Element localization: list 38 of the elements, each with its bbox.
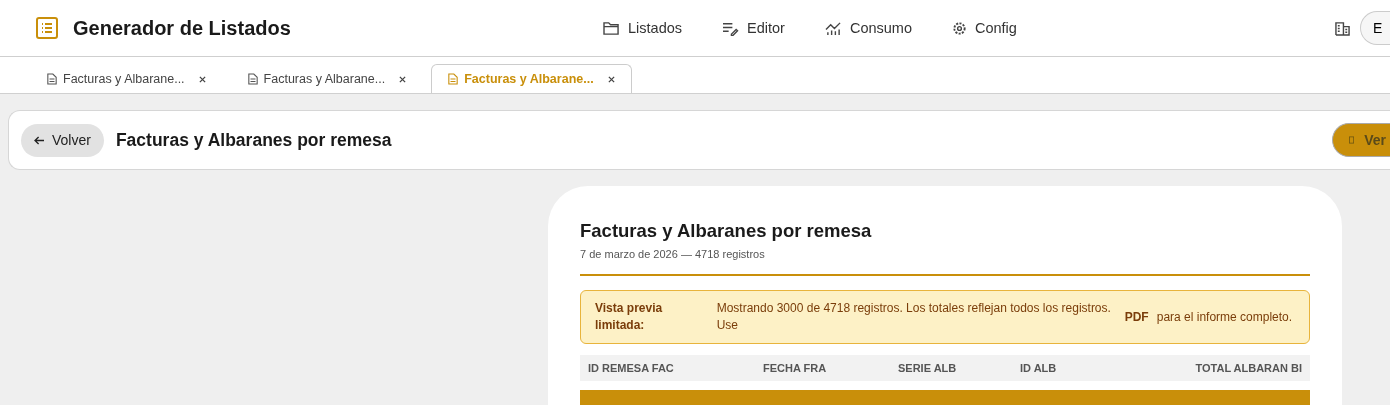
column-header[interactable]: SERIE ALB [898, 362, 1020, 374]
settings-icon [951, 20, 967, 36]
tab-label: Facturas y Albarane... [63, 72, 185, 86]
column-header[interactable]: FECHA FRA [763, 362, 898, 374]
document-icon [448, 73, 459, 85]
column-header[interactable]: TOTAL ALBARAN BI [1195, 362, 1302, 374]
report-title: Facturas y Albaranes por remesa [580, 220, 873, 242]
document-icon [1349, 133, 1355, 147]
list-icon [35, 16, 59, 40]
document-tab[interactable]: Facturas y Albarane... [230, 64, 424, 93]
nav-link[interactable]: Config [951, 20, 1017, 36]
close-icon[interactable] [607, 75, 615, 83]
report-subtitle: 7 de marzo de 2026 — 4718 registros [580, 248, 1310, 276]
folder-icon [603, 20, 620, 36]
back-arrow-icon [34, 135, 45, 145]
pdf-link[interactable]: PDF [1124, 308, 1149, 326]
edit-icon [722, 20, 739, 36]
close-icon[interactable] [198, 75, 206, 83]
nav-link[interactable]: Listados [603, 20, 682, 36]
document-icon [247, 73, 258, 85]
notice-message: Mostrando 3000 de 4718 registros. Los totales reflejan todos los registros. Use [716, 300, 1112, 334]
building-icon[interactable] [1335, 20, 1350, 36]
tab-label: Facturas y Albarane... [263, 72, 386, 86]
app-title: Generador de Listados [73, 16, 291, 40]
page-title: Facturas y Albaranes por remesa [115, 129, 392, 151]
close-icon[interactable] [399, 75, 407, 83]
document-tab[interactable]: Facturas y Albarane... [30, 64, 223, 93]
notice-label: Vista previa limitada: [595, 300, 664, 334]
column-header[interactable]: ID ALB [1020, 362, 1140, 374]
chart-icon [824, 20, 842, 36]
document-icon [47, 73, 57, 85]
nav-link[interactable]: Consumo [824, 20, 912, 36]
tab-label: Facturas y Albarane... [464, 72, 594, 86]
notice-text: para el informe completo. [1156, 308, 1294, 326]
back-button[interactable]: Volver [21, 123, 104, 157]
account-button[interactable]: E [1360, 11, 1390, 45]
column-header[interactable]: ID REMESA FAC [588, 362, 763, 374]
nav-link[interactable]: Editor [722, 20, 785, 36]
